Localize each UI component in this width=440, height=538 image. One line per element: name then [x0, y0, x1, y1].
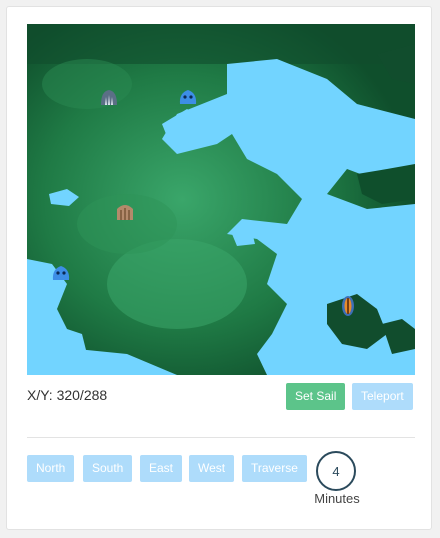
- timer-circle: 4: [316, 451, 356, 491]
- set-sail-button[interactable]: Set Sail: [286, 383, 346, 410]
- coordinates-label: X/Y: 320/288: [27, 387, 108, 403]
- world-map[interactable]: [27, 24, 415, 375]
- wooden-gate-icon[interactable]: [114, 200, 136, 222]
- east-button[interactable]: East: [140, 455, 183, 482]
- game-panel: X/Y: 320/288 Set Sail Teleport North Sou…: [6, 6, 432, 530]
- cave-icon[interactable]: [98, 86, 120, 108]
- north-button[interactable]: North: [27, 455, 75, 482]
- teleport-button[interactable]: Teleport: [352, 383, 413, 410]
- timer-unit-label: Minutes: [314, 491, 360, 506]
- section-divider: [27, 437, 415, 438]
- traverse-button[interactable]: Traverse: [242, 455, 307, 482]
- player-ship-icon[interactable]: [337, 295, 359, 317]
- map-terrain: [27, 24, 415, 375]
- timer-value: 4: [332, 463, 340, 479]
- south-button[interactable]: South: [83, 455, 133, 482]
- blue-slime-icon[interactable]: [177, 86, 199, 108]
- blue-slime-icon[interactable]: [50, 262, 72, 284]
- west-button[interactable]: West: [189, 455, 235, 482]
